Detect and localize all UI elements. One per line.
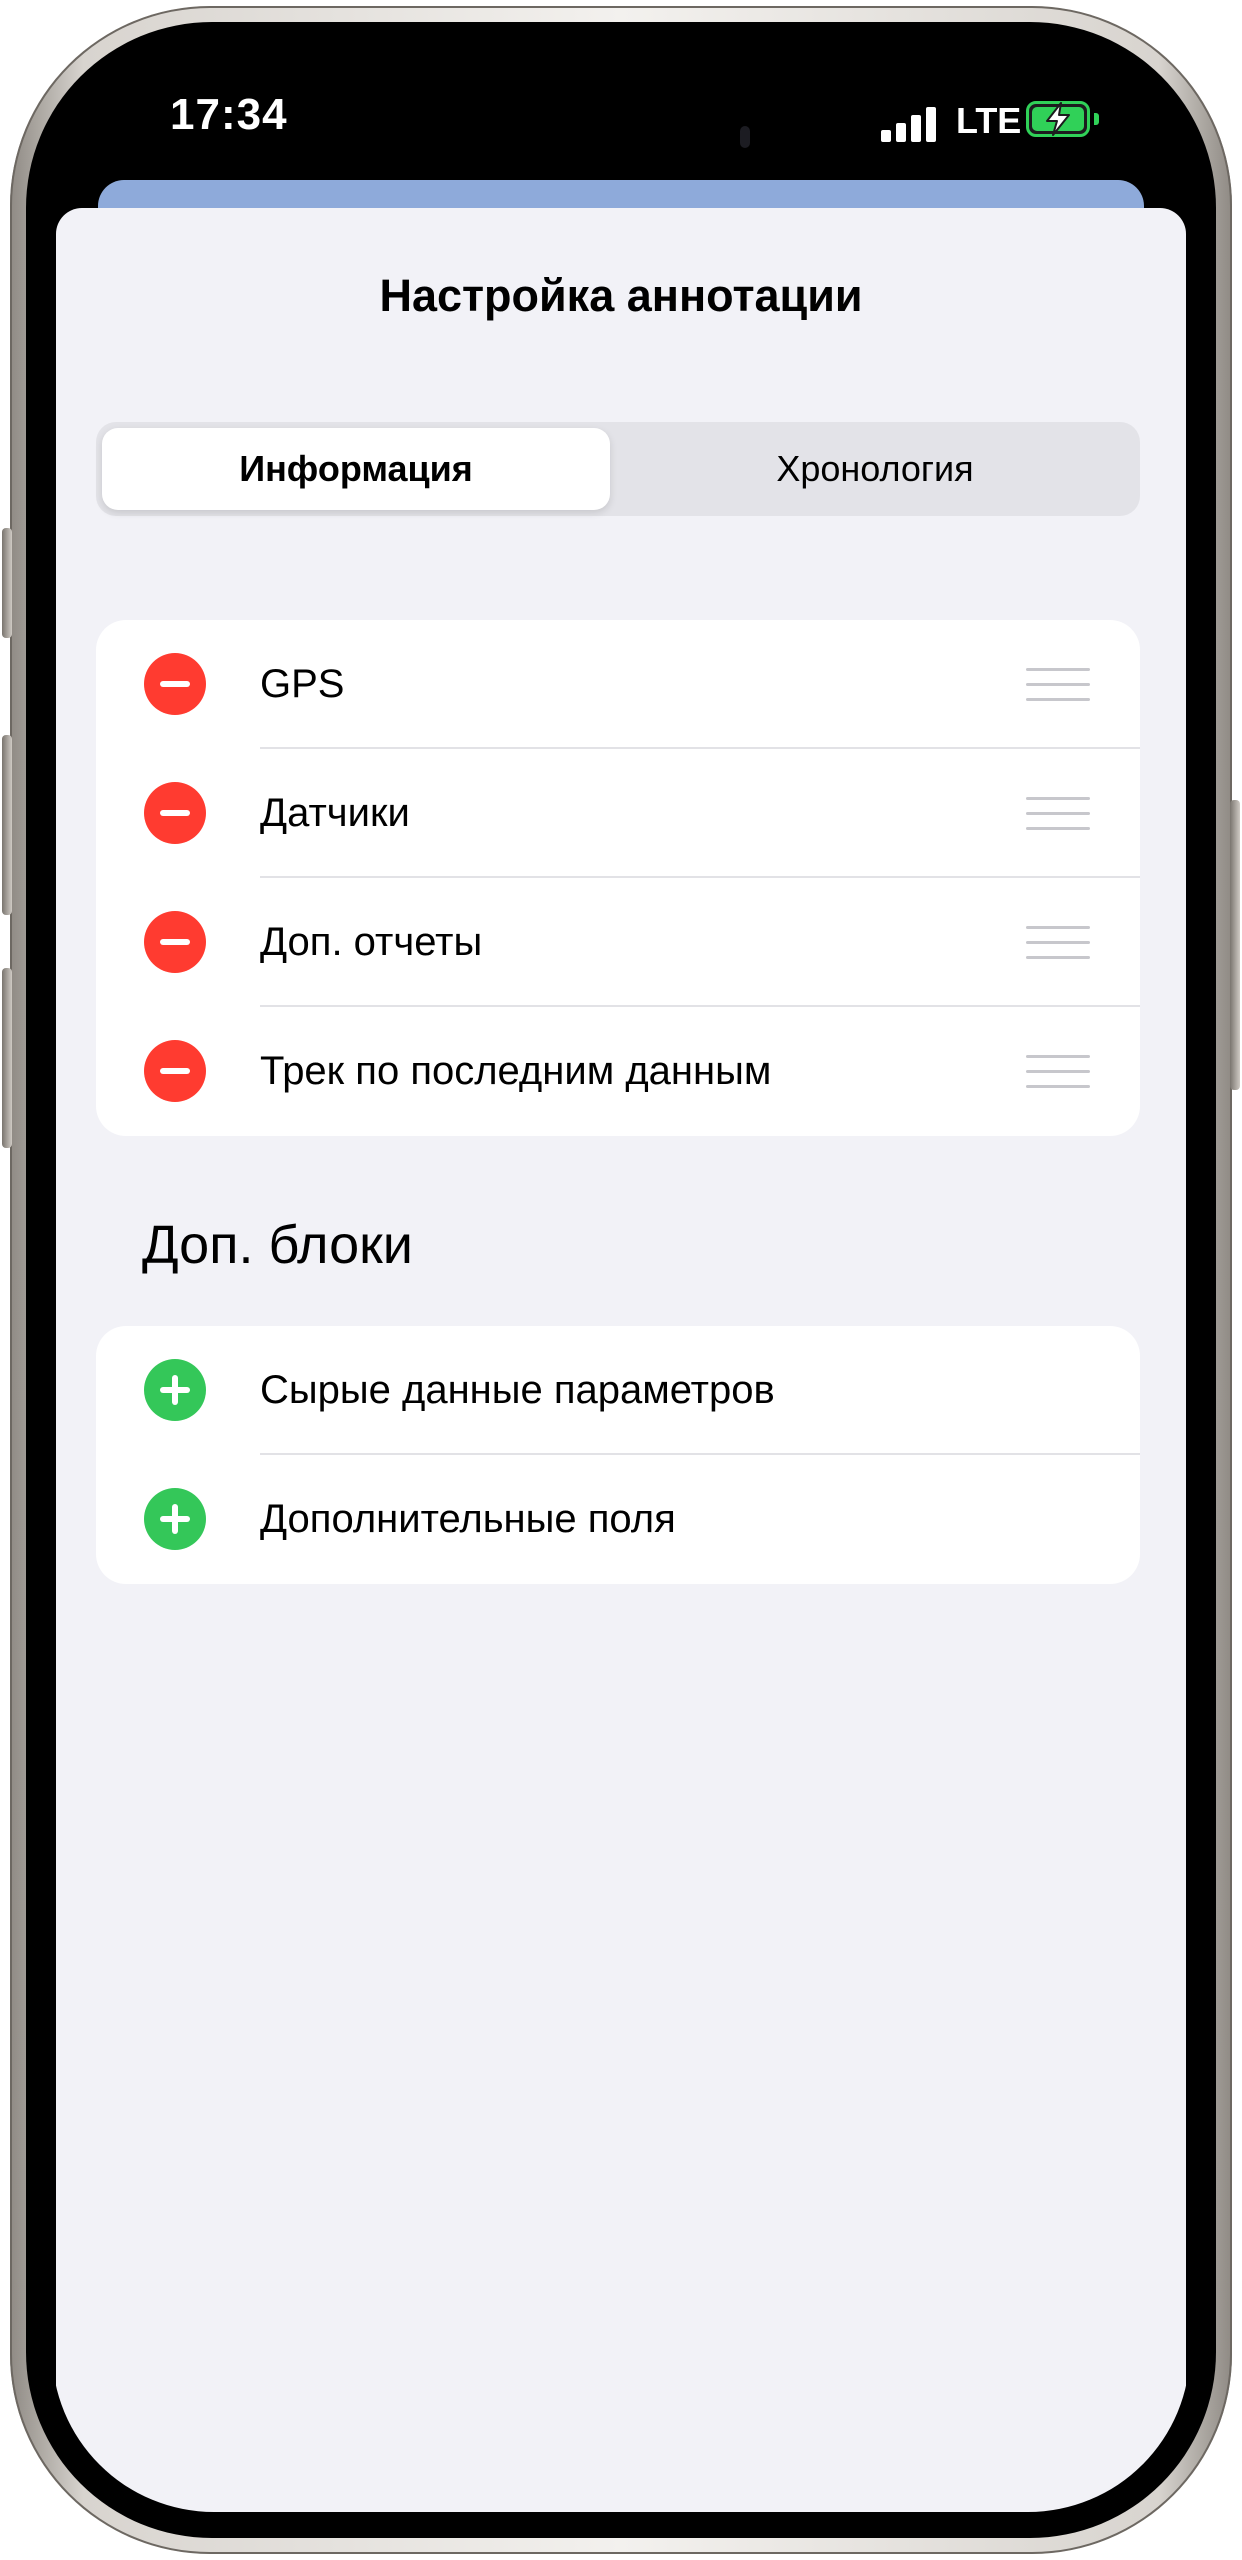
status-bar: 17:34 LTE [52,48,1190,198]
action-button [2,528,12,638]
list-item-label: Датчики [260,791,410,835]
section-header-extra-blocks: Доп. блоки [142,1215,413,1275]
list-item-label: Дополнительные поля [260,1497,676,1541]
camera-dot [740,126,750,148]
remove-circle-icon[interactable] [144,1040,206,1102]
annotation-settings-sheet: Настройка аннотации Информация Хронологи… [56,208,1186,2512]
battery-icon [1026,101,1090,137]
segmented-control: Информация Хронология [96,422,1140,516]
add-circle-icon[interactable] [144,1488,206,1550]
list-item-last-data-track: Трек по последним данным [96,1007,1140,1136]
charging-bolt-icon [1046,102,1070,136]
list-item-extra-reports: Доп. отчеты [96,878,1140,1007]
reorder-handle-icon[interactable] [1026,1055,1090,1089]
battery-cap [1094,113,1099,125]
screen: 17:34 LTE Настройка аннотации Информация… [52,48,1190,2512]
sheet-title: Настройка аннотации [379,270,863,321]
remove-circle-icon[interactable] [144,782,206,844]
remove-circle-icon[interactable] [144,911,206,973]
reorder-handle-icon[interactable] [1026,926,1090,960]
list-item-gps: GPS [96,620,1140,749]
power-button [1230,800,1240,1090]
volume-up-button [2,735,12,915]
volume-down-button [2,968,12,1148]
list-item-sensors: Датчики [96,749,1140,878]
remove-circle-icon[interactable] [144,653,206,715]
list-item-raw-parameters: Сырые данные параметров [96,1326,1140,1455]
list-item-additional-fields: Дополнительные поля [96,1455,1140,1584]
reorder-handle-icon[interactable] [1026,668,1090,702]
network-type: LTE [956,100,1022,141]
list-item-label: Доп. отчеты [260,920,483,964]
extra-blocks-list: Сырые данные параметров Дополнительные п… [96,1326,1140,1584]
list-item-label: GPS [260,662,345,706]
status-time: 17:34 [170,90,288,139]
cellular-signal-icon [881,106,941,142]
dynamic-island [462,88,782,180]
add-circle-icon[interactable] [144,1359,206,1421]
tab-chronology[interactable]: Хронология [616,428,1134,510]
tab-information[interactable]: Информация [102,428,610,510]
reorder-handle-icon[interactable] [1026,797,1090,831]
active-blocks-list: GPS Датчики Доп. отчеты Трек по последни… [96,620,1140,1136]
list-item-label: Сырые данные параметров [260,1368,775,1412]
list-item-label: Трек по последним данным [260,1049,772,1093]
